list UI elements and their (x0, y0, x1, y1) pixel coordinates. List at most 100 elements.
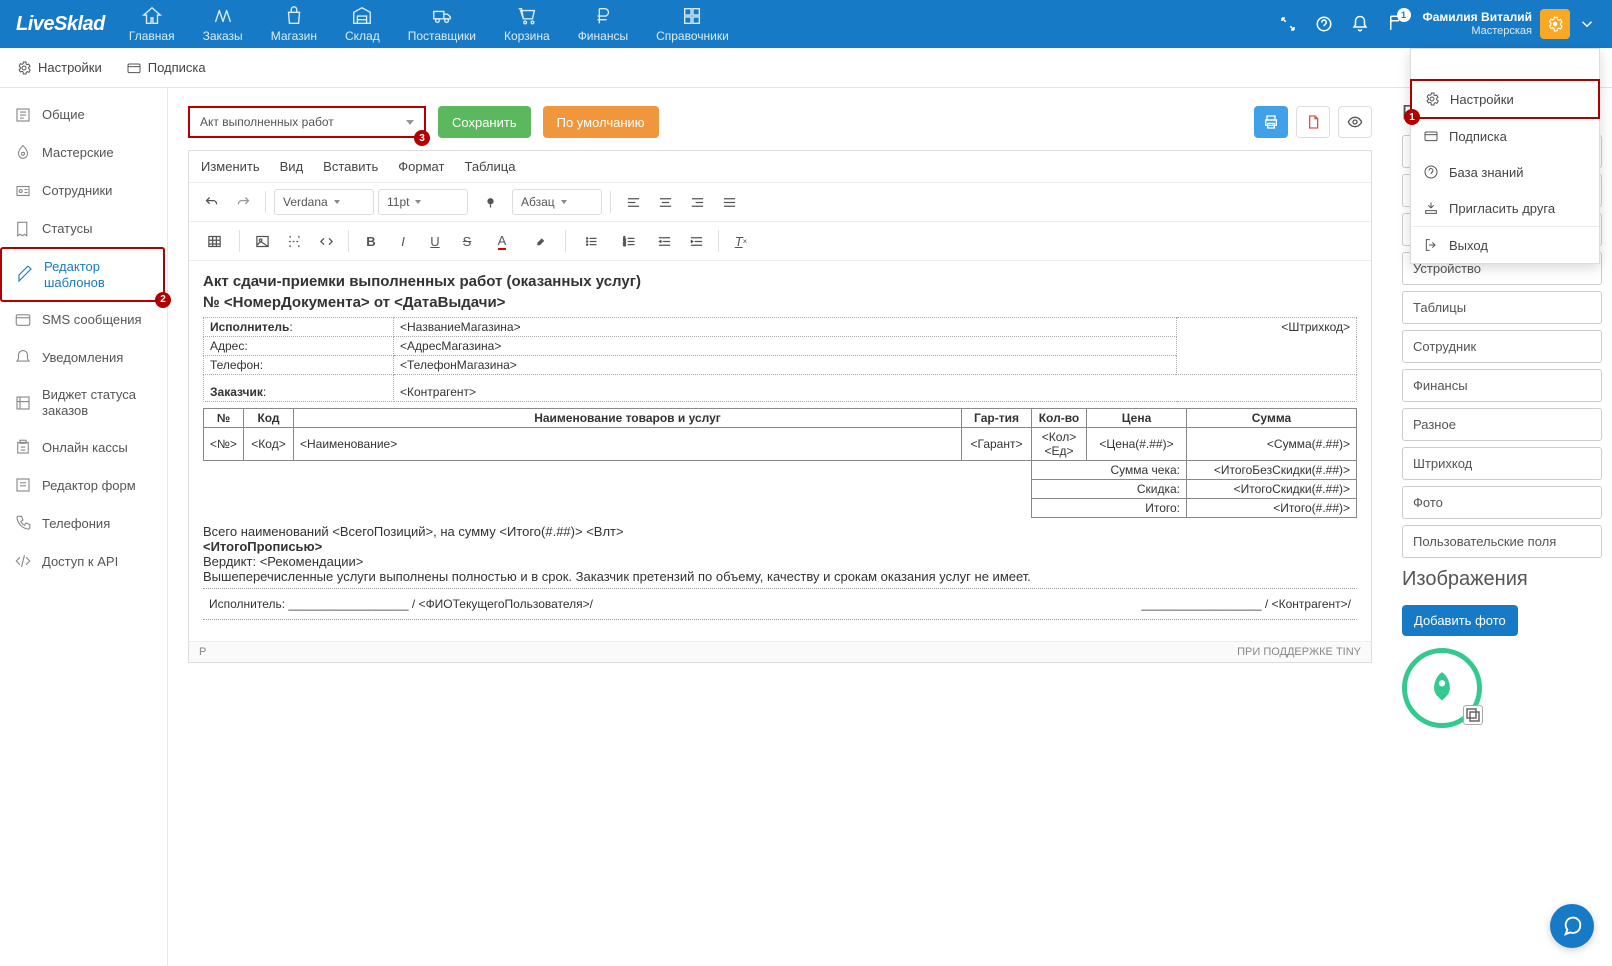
var-group[interactable]: Пользовательские поля (1402, 525, 1602, 558)
menu-Изменить[interactable]: Изменить (201, 159, 260, 174)
var-group[interactable]: Сотрудник (1402, 330, 1602, 363)
bg-color-button[interactable] (523, 228, 557, 254)
sidebar-item-10[interactable]: Телефония (0, 504, 167, 542)
nav-ruble[interactable]: Финансы (578, 5, 628, 43)
var-group[interactable]: Разное (1402, 408, 1602, 441)
dd-gear[interactable]: Настройки1 (1410, 79, 1600, 119)
underline-button[interactable]: U (421, 228, 449, 254)
print-button[interactable] (1254, 106, 1288, 138)
var-group[interactable]: Таблицы (1402, 291, 1602, 324)
nav-warehouse[interactable]: Склад (345, 5, 380, 43)
content: Акт выполненных работ 3 Сохранить По умо… (168, 88, 1392, 966)
pagebreak-button[interactable] (280, 228, 308, 254)
nav-cart[interactable]: Корзина (504, 5, 550, 43)
undo-button[interactable] (197, 189, 225, 215)
sidebar-item-1[interactable]: Мастерские (0, 134, 167, 172)
size-select[interactable]: 11pt (378, 189, 468, 215)
sidebar-item-6[interactable]: Уведомления (0, 339, 167, 377)
user-dropdown: Настройки1ПодпискаБаза знанийПригласить … (1410, 48, 1600, 264)
sidebar-item-7[interactable]: Виджет статуса заказов (0, 377, 167, 428)
sidebar-item-3[interactable]: Статусы (0, 210, 167, 248)
align-center-button[interactable] (651, 189, 679, 215)
bullet-list-button[interactable] (574, 228, 608, 254)
gear-avatar-icon (1540, 9, 1570, 39)
reset-button[interactable]: По умолчанию (543, 106, 659, 138)
sidebar-item-9[interactable]: Редактор форм (0, 466, 167, 504)
sidebar-item-8[interactable]: Онлайн кассы (0, 428, 167, 466)
menu-Вид[interactable]: Вид (280, 159, 304, 174)
text-color-button[interactable]: A (485, 228, 519, 254)
bold-button[interactable]: B (357, 228, 385, 254)
editor-toolbar-row2: B I U S A 123 T× (189, 222, 1371, 261)
menu-Таблица[interactable]: Таблица (464, 159, 515, 174)
font-select[interactable]: Verdana (274, 189, 374, 215)
menu-Формат[interactable]: Формат (398, 159, 444, 174)
notif-count: 1 (1397, 8, 1411, 22)
italic-button[interactable]: I (389, 228, 417, 254)
bell-icon[interactable] (1351, 15, 1369, 33)
strikethrough-button[interactable]: S (453, 228, 481, 254)
sidebar-item-4[interactable]: Редактор шаблонов2 (0, 247, 165, 302)
dd-exit[interactable]: Выход (1411, 227, 1599, 263)
image-button[interactable] (248, 228, 276, 254)
block-select[interactable]: Абзац (512, 189, 602, 215)
dd-card[interactable]: Подписка (1411, 118, 1599, 154)
sidebar-item-5[interactable]: SMS сообщения (0, 301, 167, 339)
lineheight-button[interactable] (472, 189, 508, 215)
nav-refs[interactable]: Справочники (656, 5, 729, 43)
align-justify-button[interactable] (715, 189, 743, 215)
user-menu-trigger[interactable]: Фамилия Виталий Мастерская (1423, 9, 1596, 39)
save-button[interactable]: Сохранить (438, 106, 531, 138)
template-select[interactable]: Акт выполненных работ 3 (188, 106, 426, 138)
var-group[interactable]: Финансы (1402, 369, 1602, 402)
align-left-button[interactable] (619, 189, 647, 215)
subtab-gear[interactable]: Настройки (16, 56, 102, 80)
help-icon[interactable] (1315, 15, 1333, 33)
doc-title-1: Акт сдачи-приемки выполненных работ (ока… (203, 273, 1357, 290)
editor-statusbar: P ПРИ ПОДДЕРЖКЕ TINY (189, 641, 1371, 662)
var-group[interactable]: Штрихкод (1402, 447, 1602, 480)
sidebar-item-0[interactable]: Общие (0, 96, 167, 134)
images-title: Изображения (1402, 568, 1602, 591)
chevron-down-icon (1578, 15, 1596, 33)
editor: Изменить Вид Вставить Формат Таблица Verdana… (188, 150, 1372, 663)
code-button[interactable] (312, 228, 340, 254)
topbar: LiveSklad Главная Заказы Магазин Склад Поста… (0, 0, 1612, 48)
subtab-card[interactable]: Подписка (126, 56, 206, 80)
nav-home[interactable]: Главная (129, 5, 175, 43)
clear-format-button[interactable]: T× (727, 228, 755, 254)
indent-button[interactable] (682, 228, 710, 254)
logo: LiveSklad (16, 13, 105, 36)
redo-button[interactable] (229, 189, 257, 215)
preview-button[interactable] (1338, 106, 1372, 138)
svg-text:3: 3 (623, 241, 626, 246)
flag-icon[interactable]: 1 (1387, 14, 1405, 35)
sidebar-item-2[interactable]: Сотрудники (0, 172, 167, 210)
editor-toolbar-row1: Verdana 11pt Абзац (189, 183, 1371, 222)
nav-orders[interactable]: Заказы (203, 5, 243, 43)
nav-shop[interactable]: Магазин (271, 5, 317, 43)
var-group[interactable]: Фото (1402, 486, 1602, 519)
doc-title-2: № <НомерДокумента> от <ДатаВыдачи> (203, 294, 1357, 311)
editor-menubar: Изменить Вид Вставить Формат Таблица (189, 151, 1371, 183)
subtabs: Настройки Подписка (0, 48, 1612, 88)
rocket-badge[interactable] (1402, 648, 1482, 728)
menu-Вставить[interactable]: Вставить (323, 159, 378, 174)
chat-fab[interactable] (1550, 904, 1594, 948)
number-list-button[interactable]: 123 (612, 228, 646, 254)
dd-help[interactable]: База знаний (1411, 154, 1599, 190)
align-right-button[interactable] (683, 189, 711, 215)
dd-invite[interactable]: Пригласить друга (1411, 190, 1599, 226)
table-button[interactable] (197, 228, 231, 254)
editor-content[interactable]: Акт сдачи-приемки выполненных работ (ока… (189, 261, 1371, 641)
editor-top-toolbar: Акт выполненных работ 3 Сохранить По умо… (188, 106, 1372, 138)
pdf-button[interactable] (1296, 106, 1330, 138)
expand-icon[interactable] (1279, 15, 1297, 33)
nav-truck[interactable]: Поставщики (408, 5, 476, 43)
template-select-value: Акт выполненных работ (200, 115, 334, 129)
status-branding: ПРИ ПОДДЕРЖКЕ TINY (1237, 646, 1361, 658)
sidebar-item-11[interactable]: Доступ к API (0, 542, 167, 580)
outdent-button[interactable] (650, 228, 678, 254)
add-photo-button[interactable]: Добавить фото (1402, 605, 1518, 636)
copy-icon[interactable] (1463, 705, 1483, 725)
